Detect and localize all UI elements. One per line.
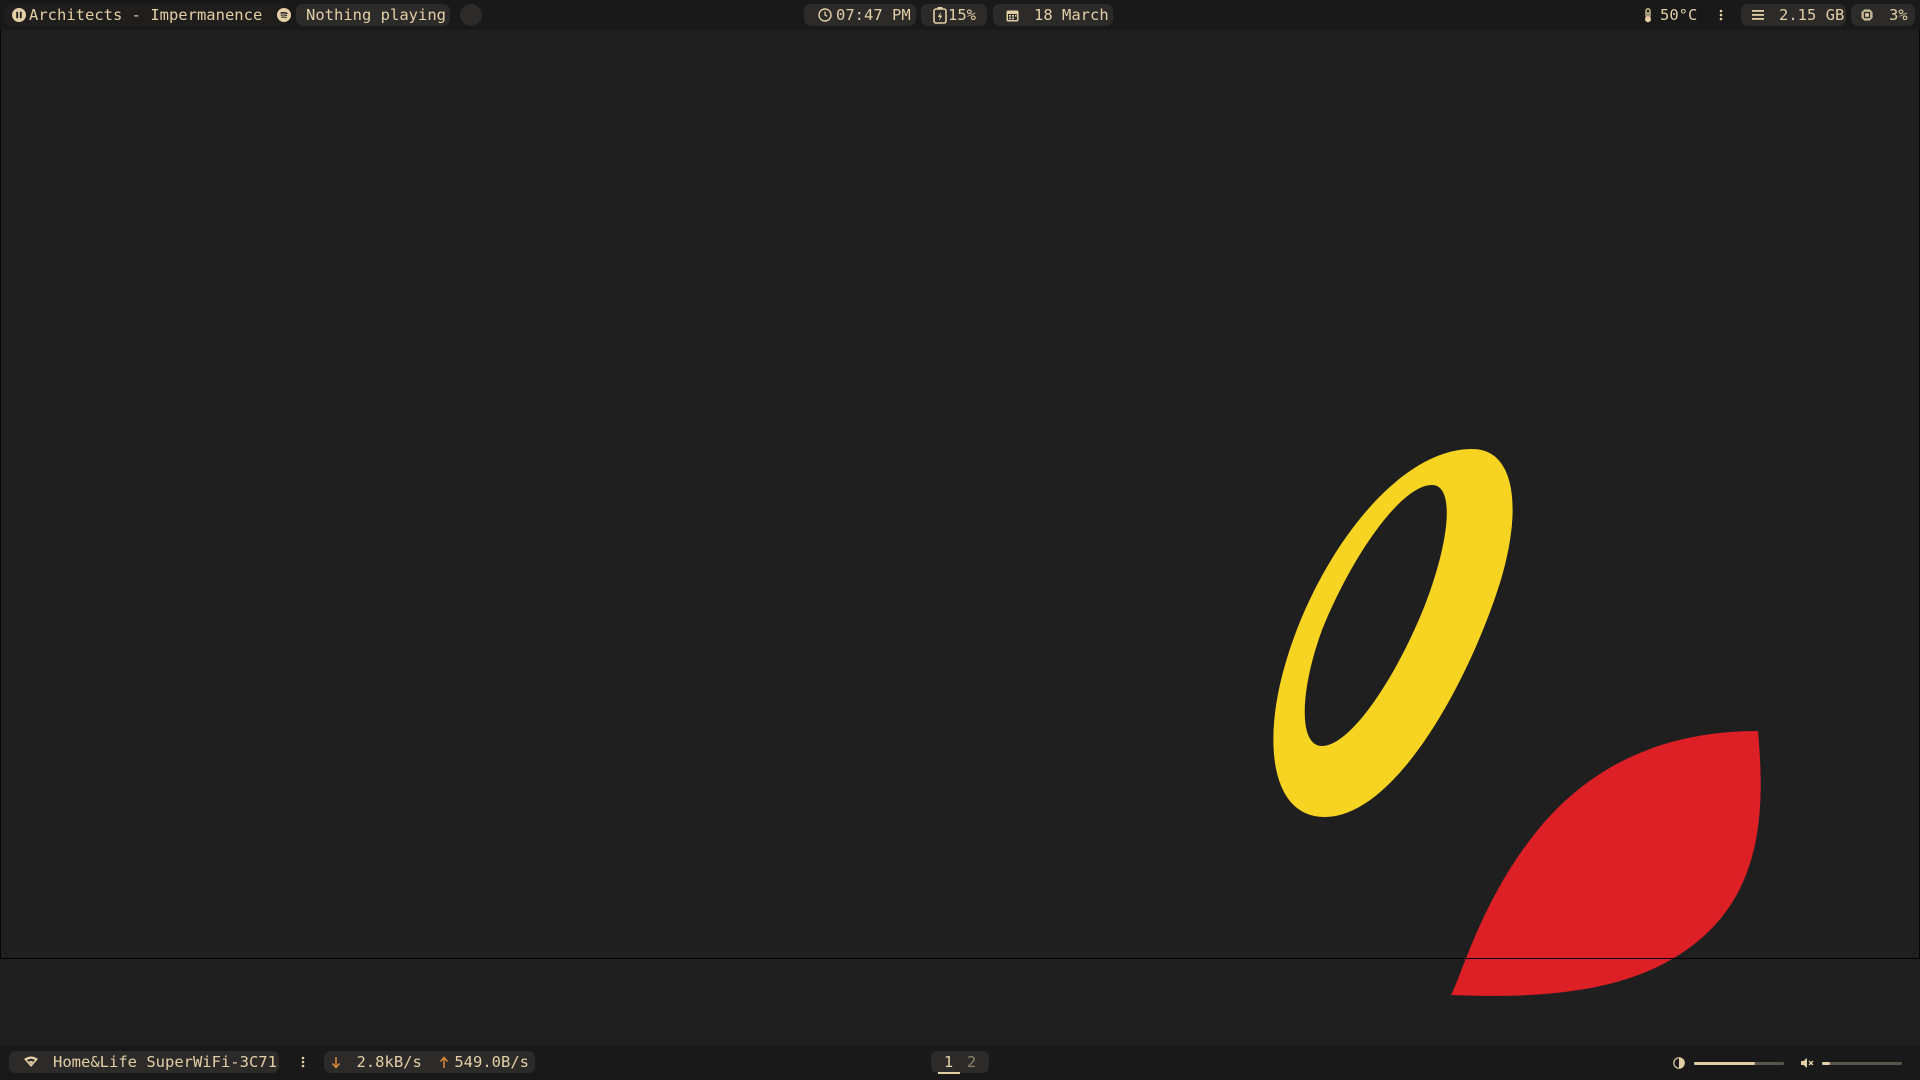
more-icon[interactable]: [297, 1051, 309, 1073]
pause-icon[interactable]: [12, 7, 26, 23]
media-track-title: Architects - Impermanence: [29, 6, 263, 24]
more-icon[interactable]: [1715, 4, 1727, 26]
upload-speed: 549.0B/s: [454, 1053, 529, 1071]
brightness-fill: [1694, 1062, 1756, 1065]
memory-icon: [1751, 7, 1765, 23]
cpu-widget[interactable]: 3%: [1851, 4, 1915, 26]
clock-widget[interactable]: 07:47 PM: [804, 4, 916, 26]
wifi-icon: [23, 1054, 39, 1070]
download-speed: 2.8kB/s: [356, 1053, 422, 1071]
memory-value: 2.15 GB: [1779, 6, 1845, 24]
brightness-icon: [1673, 1055, 1687, 1071]
temperature-value: 50°C: [1660, 6, 1698, 24]
thermometer-icon: [1643, 7, 1653, 23]
spotify-status[interactable]: Nothing playing: [296, 4, 450, 26]
bottom-bar: Home&Life SuperWiFi-3C71 2.8kB/s 549.0B/…: [0, 1046, 1920, 1080]
battery-widget[interactable]: 15%: [921, 4, 987, 26]
battery-percent: 15%: [948, 6, 976, 24]
spotify-icon: [277, 7, 292, 23]
network-speed-widget[interactable]: 2.8kB/s 549.0B/s: [324, 1051, 535, 1073]
wifi-ssid: Home&Life SuperWiFi-3C71: [53, 1053, 277, 1071]
date-widget[interactable]: 18 March: [993, 4, 1113, 26]
clock-time: 07:47 PM: [836, 6, 911, 24]
volume-slider[interactable]: [1822, 1062, 1902, 1065]
calendar-icon: [1006, 7, 1019, 23]
cpu-value: 3%: [1889, 6, 1908, 24]
spotify-status-text: Nothing playing: [306, 6, 446, 24]
volume-mute-icon[interactable]: [1800, 1055, 1816, 1071]
workspace-switcher: 1 2: [931, 1051, 989, 1074]
top-bar: Architects - Impermanence Nothing playin…: [0, 0, 1920, 30]
memory-widget[interactable]: 2.15 GB: [1741, 4, 1846, 26]
workspace-1[interactable]: 1: [937, 1051, 960, 1074]
cpu-icon: [1859, 7, 1875, 23]
clock-icon: [818, 7, 832, 23]
battery-charging-icon: [932, 7, 948, 24]
arrow-up-icon: [438, 1054, 451, 1070]
window-frame: [0, 30, 1920, 959]
tray-placeholder[interactable]: [460, 4, 482, 26]
temperature-widget[interactable]: 50°C: [1638, 4, 1702, 26]
brightness-slider[interactable]: [1694, 1062, 1784, 1065]
date-text: 18 March: [1034, 6, 1109, 24]
media-widget[interactable]: Architects - Impermanence: [4, 4, 292, 26]
wifi-widget[interactable]: Home&Life SuperWiFi-3C71: [9, 1051, 279, 1073]
arrow-down-icon: [330, 1054, 343, 1070]
workspace-2[interactable]: 2: [961, 1051, 983, 1073]
volume-fill: [1822, 1062, 1830, 1065]
